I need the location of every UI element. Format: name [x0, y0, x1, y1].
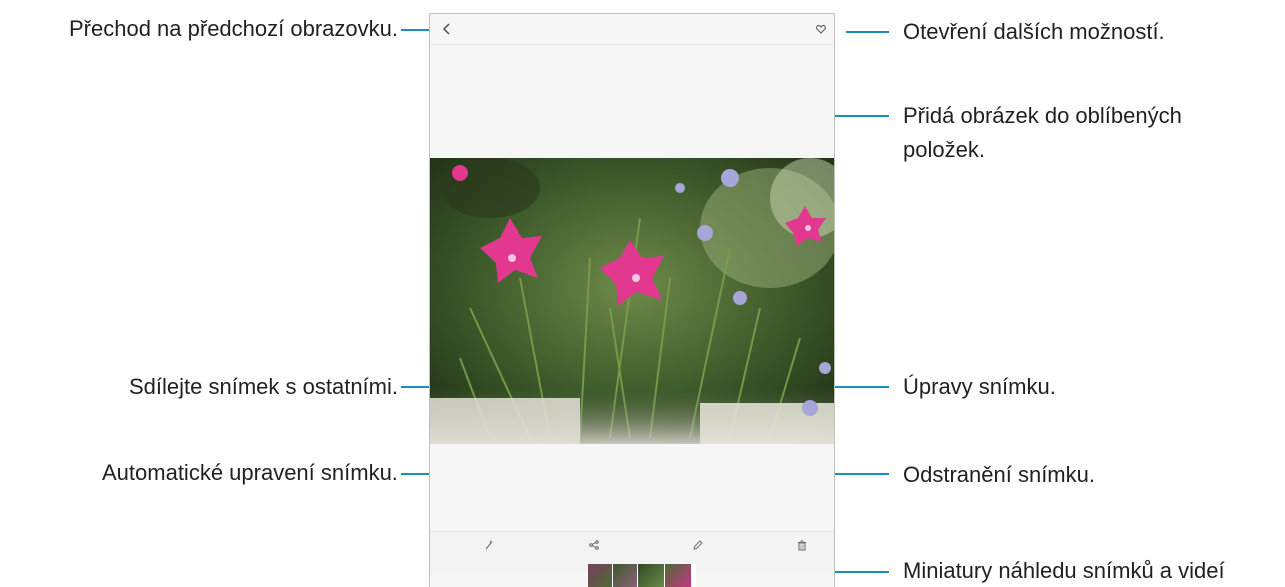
thumbnail[interactable]: [665, 564, 691, 587]
heart-icon[interactable]: [815, 23, 827, 35]
callout-share: Sdílejte snímek s ostatními.: [129, 374, 398, 399]
thumbnail-strip: [588, 564, 696, 587]
phone-screen: [429, 13, 835, 587]
top-bar: [430, 14, 834, 45]
leader-more: [846, 31, 889, 33]
magic-wand-icon[interactable]: [482, 538, 496, 552]
callout-favorite-line1: Přidá obrázek do oblíbených: [903, 103, 1182, 128]
thumbnail[interactable]: [588, 564, 612, 587]
callout-edit: Úpravy snímku.: [903, 374, 1056, 399]
callout-back: Přechod na předchozí obrazovku.: [69, 16, 398, 41]
callout-thumbnails: Miniatury náhledu snímků a videí: [903, 558, 1225, 583]
share-icon[interactable]: [587, 538, 601, 552]
thumbnail[interactable]: [613, 564, 637, 587]
pencil-icon[interactable]: [691, 538, 705, 552]
callout-delete: Odstranění snímku.: [903, 462, 1095, 487]
callout-auto-adjust: Automatické upravení snímku.: [102, 460, 398, 485]
thumbnail[interactable]: [638, 564, 664, 587]
callout-favorite-line2: položek.: [903, 137, 985, 162]
photo-image[interactable]: [430, 158, 834, 444]
back-icon[interactable]: [440, 22, 454, 36]
trash-icon[interactable]: [795, 538, 809, 552]
callout-more: Otevření dalších možností.: [903, 19, 1165, 44]
